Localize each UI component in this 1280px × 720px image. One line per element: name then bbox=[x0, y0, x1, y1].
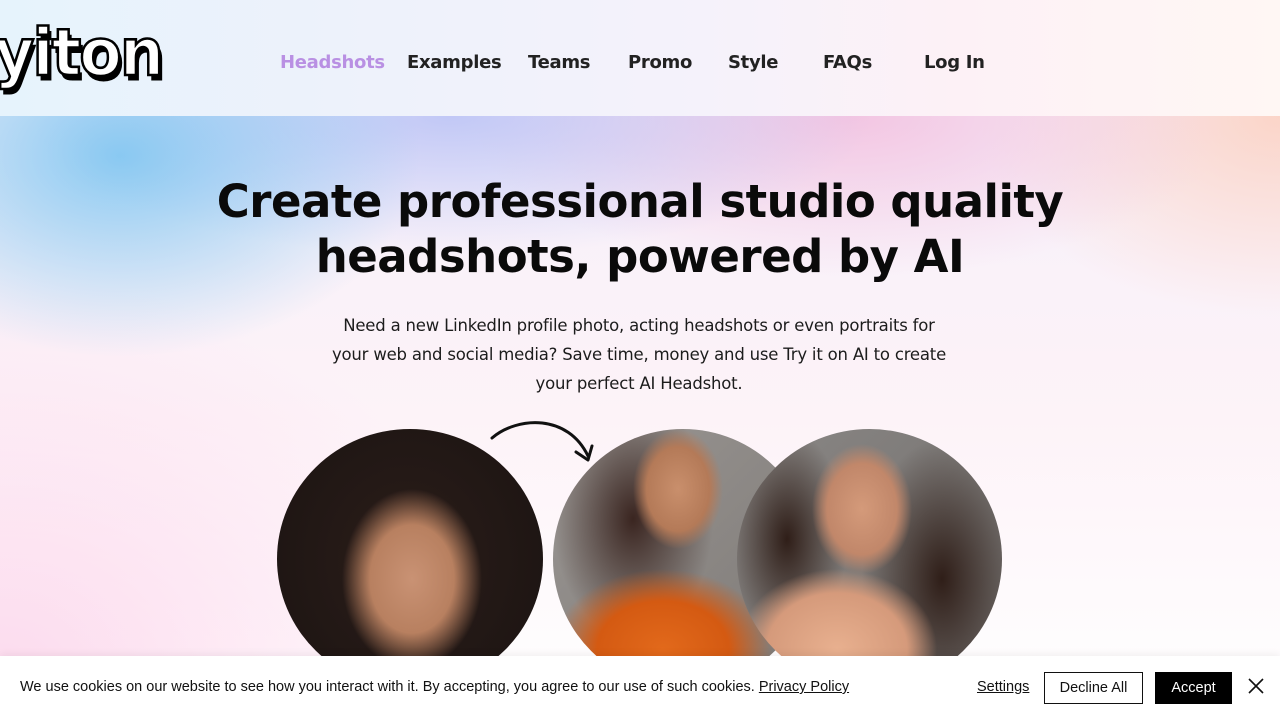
cookie-settings-link[interactable]: Settings bbox=[977, 679, 1029, 695]
hero-section: Create professional studio quality heads… bbox=[0, 116, 1280, 720]
hero-headline: Create professional studio quality heads… bbox=[0, 174, 1280, 284]
accept-button[interactable]: Accept bbox=[1155, 672, 1232, 704]
cookie-message-wrap: We use cookies on our website to see how… bbox=[20, 679, 849, 695]
decline-all-button[interactable]: Decline All bbox=[1044, 672, 1143, 704]
photo-original-selfie bbox=[277, 429, 543, 689]
hero-subtitle: Need a new LinkedIn profile photo, actin… bbox=[300, 311, 978, 398]
main-nav: Headshots Examples Teams Promo Style FAQ… bbox=[0, 52, 1280, 80]
nav-promo[interactable]: Promo bbox=[628, 52, 692, 73]
subtitle-line-1: Need a new LinkedIn profile photo, actin… bbox=[343, 316, 935, 335]
curved-arrow-icon bbox=[490, 421, 594, 462]
nav-teams[interactable]: Teams bbox=[528, 52, 591, 73]
photo-ai-headshot-2 bbox=[737, 429, 1002, 689]
subtitle-line-3: your perfect AI Headshot. bbox=[535, 374, 743, 393]
close-icon[interactable] bbox=[1247, 677, 1265, 695]
cookie-message: We use cookies on our website to see how… bbox=[20, 679, 759, 695]
nav-headshots[interactable]: Headshots bbox=[280, 52, 385, 73]
site-header: yiton Headshots Examples Teams Promo Sty… bbox=[0, 0, 1280, 116]
nav-login[interactable]: Log In bbox=[924, 52, 985, 73]
nav-faqs[interactable]: FAQs bbox=[823, 52, 872, 73]
subtitle-line-2: your web and social media? Save time, mo… bbox=[331, 345, 947, 364]
headline-line-2: headshots, powered by AI bbox=[315, 230, 965, 283]
nav-style[interactable]: Style bbox=[728, 52, 778, 73]
headline-line-1: Create professional studio quality bbox=[216, 175, 1064, 228]
nav-examples[interactable]: Examples bbox=[407, 52, 502, 73]
privacy-policy-link[interactable]: Privacy Policy bbox=[759, 679, 849, 695]
cookie-banner: We use cookies on our website to see how… bbox=[0, 656, 1280, 720]
